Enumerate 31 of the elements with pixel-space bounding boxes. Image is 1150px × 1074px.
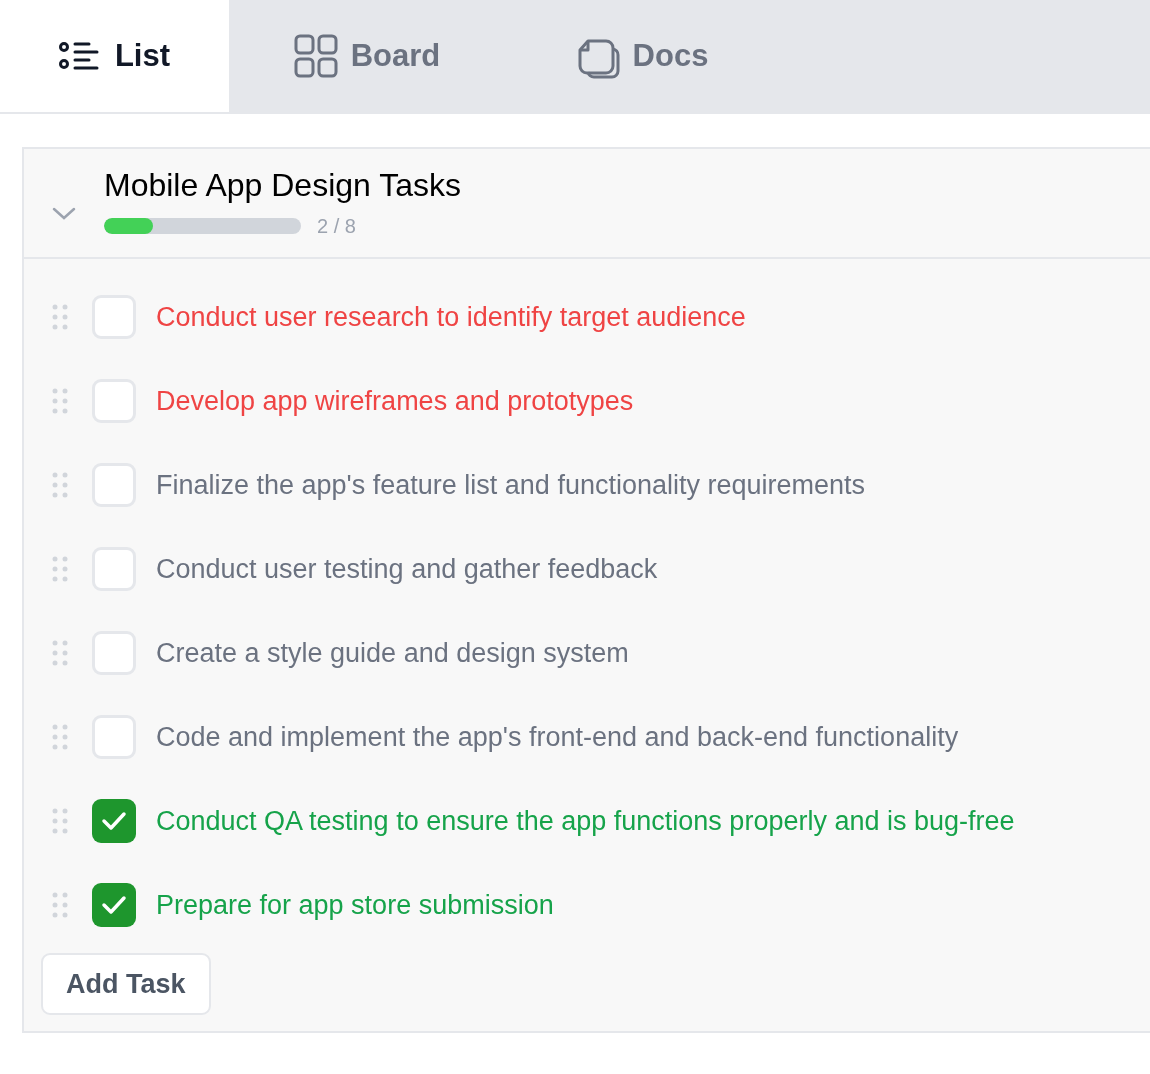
checkmark-icon: [101, 895, 127, 915]
task-label: Conduct user research to identify target audience: [156, 300, 746, 334]
drag-handle-icon[interactable]: [52, 808, 68, 834]
checkbox[interactable]: [92, 295, 136, 339]
task-label: Code and implement the app's front-end and back-end functionality: [156, 720, 959, 754]
checkbox[interactable]: [92, 463, 136, 507]
drag-handle-icon[interactable]: [52, 556, 68, 582]
checkbox[interactable]: [92, 547, 136, 591]
drag-handle-icon[interactable]: [52, 640, 68, 666]
task-label: Create a style guide and design system: [156, 636, 629, 670]
task-label: Conduct user testing and gather feedback: [156, 552, 658, 586]
checkbox[interactable]: [92, 799, 136, 843]
checkbox[interactable]: [92, 715, 136, 759]
drag-handle-icon[interactable]: [52, 388, 68, 414]
drag-handle-icon[interactable]: [52, 724, 68, 750]
checkbox[interactable]: [92, 631, 136, 675]
drag-handle-icon[interactable]: [52, 472, 68, 498]
task-label: Finalize the app's feature list and functionality requirements: [156, 468, 866, 502]
drag-handle-icon[interactable]: [52, 304, 68, 330]
grid-icon: [292, 33, 339, 79]
checkbox[interactable]: [92, 883, 136, 927]
checkbox[interactable]: [92, 379, 136, 423]
task-label: Conduct QA testing to ensure the app functions properly and is bug-free: [156, 804, 1015, 838]
task-label: Prepare for app store submission: [156, 888, 554, 922]
drag-handle-icon[interactable]: [52, 892, 68, 918]
checkmark-icon: [101, 811, 127, 831]
add-task-button[interactable]: Add Task: [41, 953, 211, 1015]
progress-count: 2 / 8: [317, 214, 356, 239]
task-label: Develop app wireframes and prototypes: [156, 384, 634, 418]
tab[interactable]: List: [0, 0, 229, 112]
group-title: Mobile App Design Tasks: [104, 166, 461, 205]
